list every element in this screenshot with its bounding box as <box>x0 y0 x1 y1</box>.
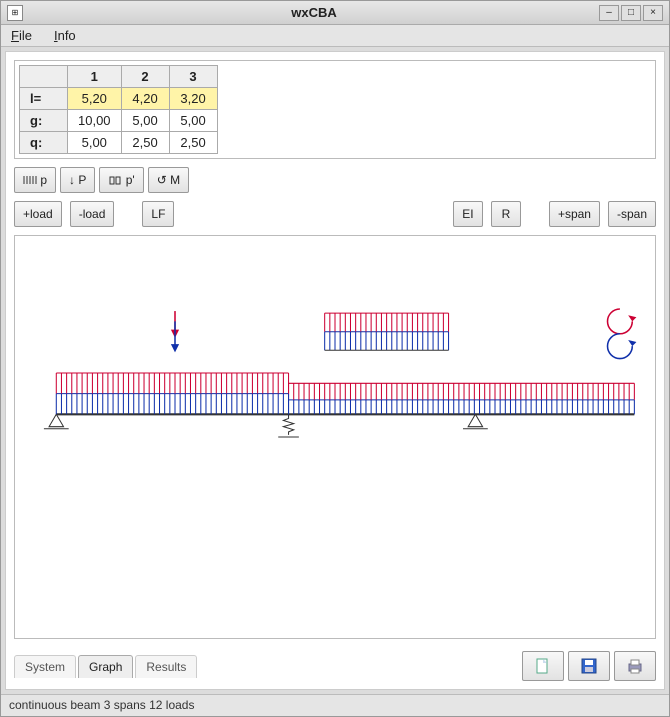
load-type-point-button[interactable]: ↓ P <box>60 167 95 193</box>
col-header: 3 <box>169 66 217 88</box>
new-document-icon <box>534 657 552 675</box>
save-icon <box>580 657 598 675</box>
bottom-bar: System Graph Results <box>14 651 656 681</box>
row-header: q: <box>20 132 68 154</box>
row-header: l= <box>20 88 68 110</box>
down-arrow-icon: ↓ <box>69 173 75 187</box>
restraints-button[interactable]: R <box>491 201 521 227</box>
new-button[interactable] <box>522 651 564 681</box>
beam-diagram <box>15 236 655 638</box>
col-header: 1 <box>68 66 122 88</box>
minimize-button[interactable]: – <box>599 5 619 21</box>
app-window: ⊞ wxCBA – □ × File Info 123 l=5,204,203,2… <box>0 0 670 717</box>
delete-load-button[interactable]: -load <box>70 201 115 227</box>
status-bar: continuous beam 3 spans 12 loads <box>1 694 669 716</box>
app-icon: ⊞ <box>7 5 23 21</box>
load-type-partial-button[interactable]: p' <box>99 167 143 193</box>
span-table-panel: 123l=5,204,203,20g:10,005,005,00q:5,002,… <box>14 60 656 159</box>
table-cell[interactable]: 5,00 <box>68 132 122 154</box>
add-load-button[interactable]: +load <box>14 201 62 227</box>
client-area: 123l=5,204,203,20g:10,005,005,00q:5,002,… <box>5 51 665 690</box>
tab-system[interactable]: System <box>14 655 76 678</box>
add-span-button[interactable]: +span <box>549 201 600 227</box>
table-cell[interactable]: 5,00 <box>169 110 217 132</box>
tab-graph[interactable]: Graph <box>78 655 133 678</box>
action-bar: +load -load LF EI R +span -span <box>14 201 656 227</box>
maximize-button[interactable]: □ <box>621 5 641 21</box>
tab-results[interactable]: Results <box>135 655 197 678</box>
table-cell[interactable]: 5,20 <box>68 88 122 110</box>
ei-button[interactable]: EI <box>453 201 483 227</box>
row-header: g: <box>20 110 68 132</box>
print-button[interactable] <box>614 651 656 681</box>
col-header: 2 <box>121 66 169 88</box>
load-type-distributed-button[interactable]: p <box>14 167 56 193</box>
load-type-toolbar: p ↓ P p' ↺ M <box>14 167 656 193</box>
table-cell[interactable]: 2,50 <box>121 132 169 154</box>
menubar: File Info <box>1 25 669 47</box>
tabs: System Graph Results <box>14 655 197 678</box>
menu-file[interactable]: File <box>7 26 36 45</box>
graph-panel <box>14 235 656 639</box>
titlebar: ⊞ wxCBA – □ × <box>1 1 669 25</box>
table-cell[interactable]: 2,50 <box>169 132 217 154</box>
status-text: continuous beam 3 spans 12 loads <box>9 698 194 712</box>
save-button[interactable] <box>568 651 610 681</box>
table-cell[interactable]: 4,20 <box>121 88 169 110</box>
print-icon <box>626 657 644 675</box>
load-type-moment-button[interactable]: ↺ M <box>148 167 189 193</box>
delete-span-button[interactable]: -span <box>608 201 656 227</box>
table-cell[interactable]: 3,20 <box>169 88 217 110</box>
table-cell[interactable]: 5,00 <box>121 110 169 132</box>
close-button[interactable]: × <box>643 5 663 21</box>
span-table[interactable]: 123l=5,204,203,20g:10,005,005,00q:5,002,… <box>19 65 218 154</box>
window-title: wxCBA <box>29 5 599 20</box>
distributed-load-icon <box>23 174 37 186</box>
partial-load-icon <box>108 174 122 186</box>
load-factor-button[interactable]: LF <box>142 201 174 227</box>
moment-icon: ↺ <box>157 173 167 187</box>
menu-info[interactable]: Info <box>50 26 80 45</box>
table-cell[interactable]: 10,00 <box>68 110 122 132</box>
